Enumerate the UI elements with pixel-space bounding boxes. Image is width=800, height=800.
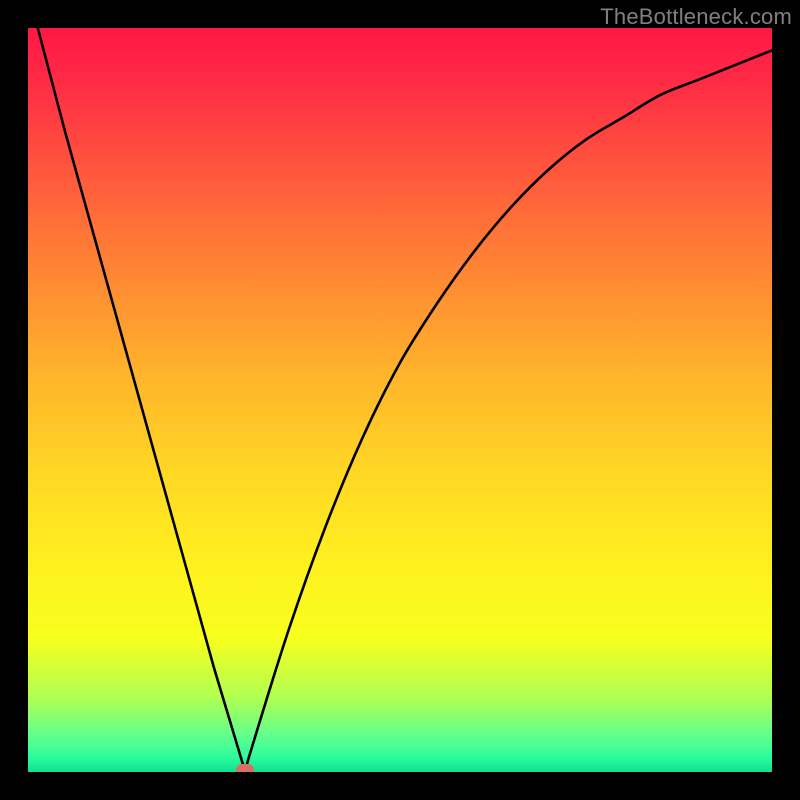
curve-layer — [28, 28, 772, 772]
bottleneck-curve — [28, 28, 772, 772]
chart-frame: TheBottleneck.com — [0, 0, 800, 800]
optimal-point-marker — [236, 764, 254, 772]
watermark-label: TheBottleneck.com — [600, 4, 792, 30]
plot-area — [28, 28, 772, 772]
